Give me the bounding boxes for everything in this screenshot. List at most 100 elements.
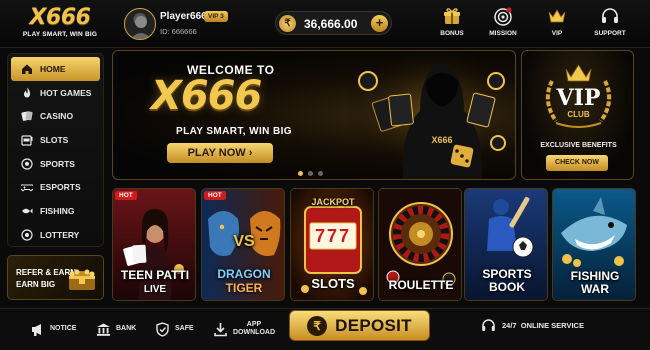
balance-value: 36,666.00 bbox=[304, 17, 358, 31]
jackpot-label: JACKPOT bbox=[311, 197, 355, 207]
sidebar-item-esports[interactable]: ESPORTS bbox=[11, 175, 100, 199]
footer-bank[interactable]: BANK bbox=[96, 319, 136, 339]
player-id: ID: 666666 bbox=[160, 27, 197, 36]
footer-app-download[interactable]: APP DOWNLOAD bbox=[213, 319, 275, 339]
hot-badge: HOT bbox=[204, 191, 226, 200]
sidebar-item-slots[interactable]: SLOTS bbox=[11, 128, 100, 152]
crown-icon bbox=[548, 9, 566, 23]
sidebar-item-label: FISHING bbox=[40, 205, 75, 216]
footer-notice[interactable]: NOTICE bbox=[30, 319, 76, 339]
top-header: X666 PLAY SMART, WIN BIG Player666 VIP 3… bbox=[0, 0, 650, 48]
headset-icon bbox=[602, 8, 618, 23]
rupee-coin-icon: ₹ bbox=[279, 15, 296, 32]
nav-vip[interactable]: VIP bbox=[532, 6, 582, 37]
slot-reels: 777 bbox=[314, 226, 352, 246]
game-subtitle: LIVE bbox=[143, 284, 167, 295]
carousel-dot[interactable] bbox=[308, 171, 313, 176]
download-icon bbox=[214, 322, 227, 336]
sidebar-item-fishing[interactable]: FISHING bbox=[11, 199, 100, 223]
game-subtitle: BOOK bbox=[489, 280, 525, 294]
carousel-dot[interactable] bbox=[298, 171, 303, 176]
sidebar-item-lottery[interactable]: LOTTERY bbox=[11, 223, 100, 247]
target-icon bbox=[494, 7, 512, 26]
game-title: DRAGON bbox=[217, 267, 271, 281]
sidebar-item-label: HOME bbox=[40, 63, 66, 74]
online-service-link[interactable]: 24/7 ONLINE SERVICE bbox=[481, 318, 584, 333]
sidebar-item-label: ESPORTS bbox=[40, 182, 81, 193]
site-logo[interactable]: X666 PLAY SMART, WIN BIG bbox=[18, 6, 102, 39]
shield-icon bbox=[156, 321, 169, 337]
game-subtitle: TIGER bbox=[225, 281, 263, 295]
game-tile-slots[interactable]: JACKPOT 777 SLOTS bbox=[290, 188, 374, 301]
game-title: FISHING bbox=[570, 269, 620, 283]
player-name: Player666 bbox=[160, 11, 207, 22]
sidebar: HOME HOT GAMES CASINO SLOTS SPORTS ESPOR… bbox=[7, 53, 104, 247]
treasure-chest-icon bbox=[69, 269, 95, 290]
rupee-coin-icon: ₹ bbox=[307, 315, 328, 336]
balance-display: ₹ 36,666.00 + bbox=[275, 11, 392, 35]
nav-bonus-label: BONUS bbox=[440, 30, 464, 37]
game-title: ROULETTE bbox=[388, 278, 454, 292]
headset-icon bbox=[482, 319, 495, 331]
footer-app-label: APP DOWNLOAD bbox=[233, 321, 275, 337]
footer-bank-label: BANK bbox=[116, 325, 137, 332]
game-title: TEEN PATTI bbox=[120, 268, 190, 282]
vip-level-badge: VIP 3 bbox=[204, 11, 228, 22]
nav-vip-label: VIP bbox=[551, 30, 563, 37]
nav-bonus[interactable]: BONUS bbox=[427, 6, 477, 37]
banner-tagline: PLAY SMART, WIN BIG bbox=[176, 126, 292, 137]
bank-icon bbox=[97, 323, 110, 336]
refer-subtitle: EARN BIG bbox=[16, 280, 56, 289]
nav-mission[interactable]: MISSION bbox=[478, 6, 528, 37]
footer-safe[interactable]: SAFE bbox=[155, 319, 194, 339]
vs-label: VS bbox=[233, 233, 255, 250]
vip-title: VIP bbox=[556, 85, 601, 111]
nav-support[interactable]: SUPPORT bbox=[585, 6, 635, 37]
deposit-button[interactable]: ₹ DEPOSIT bbox=[289, 310, 430, 341]
soccer-ball-icon bbox=[21, 157, 33, 170]
sidebar-item-label: SLOTS bbox=[40, 134, 69, 145]
sidebar-item-label: CASINO bbox=[40, 111, 74, 122]
game-tile-fishing-war[interactable]: FISHING WAR bbox=[552, 188, 636, 301]
fish-icon bbox=[22, 208, 33, 214]
vip-club-panel[interactable]: VIP CLUB EXCLUSIVE BENEFITS CHECK NOW bbox=[521, 50, 634, 180]
footer-app-line2: DOWNLOAD bbox=[233, 329, 275, 336]
sidebar-item-label: LOTTERY bbox=[40, 229, 80, 240]
hoodie-logo: X666 bbox=[431, 135, 452, 145]
game-tile-teen-patti[interactable]: HOT TEEN PATTI LIVE bbox=[112, 188, 196, 301]
footer-safe-label: SAFE bbox=[175, 325, 194, 332]
hot-badge: HOT bbox=[115, 191, 137, 200]
avatar[interactable] bbox=[124, 8, 156, 40]
gift-icon bbox=[444, 8, 460, 24]
game-tile-sports-book[interactable]: SPORTS BOOK bbox=[464, 188, 548, 301]
play-now-button[interactable]: PLAY NOW › bbox=[167, 143, 273, 163]
sidebar-item-casino[interactable]: CASINO bbox=[11, 104, 100, 128]
sidebar-item-home[interactable]: HOME bbox=[11, 57, 100, 81]
sidebar-item-label: HOT GAMES bbox=[40, 87, 92, 98]
logo-tagline: PLAY SMART, WIN BIG bbox=[22, 31, 98, 38]
carousel-dots bbox=[298, 171, 323, 176]
sidebar-item-label: SPORTS bbox=[40, 158, 75, 169]
vip-benefits-text: EXCLUSIVE BENEFITS bbox=[540, 142, 617, 149]
deposit-label: DEPOSIT bbox=[335, 315, 412, 335]
carousel-dot[interactable] bbox=[318, 171, 323, 176]
game-tile-dragon-tiger[interactable]: HOT VS DRAGON TIGER bbox=[201, 188, 285, 301]
game-tile-roulette[interactable]: ROULETTE bbox=[378, 188, 462, 301]
game-title: SPORTS bbox=[482, 267, 532, 281]
sidebar-item-sports[interactable]: SPORTS bbox=[11, 152, 100, 176]
hooded-figure-illustration: X666 bbox=[348, 51, 515, 179]
gamepad-icon bbox=[21, 184, 33, 192]
refer-earn-card[interactable]: REFER & EARN EARN BIG bbox=[7, 255, 104, 300]
sidebar-item-hot-games[interactable]: HOT GAMES bbox=[11, 81, 100, 105]
slot-machine-icon bbox=[21, 135, 33, 146]
check-now-button[interactable]: CHECK NOW bbox=[546, 155, 608, 171]
game-subtitle: WAR bbox=[581, 282, 609, 296]
flame-icon bbox=[24, 87, 31, 98]
hero-banner[interactable]: X666 WELCOME TO X666 PLAY SMART, WIN BIG… bbox=[112, 50, 516, 180]
home-icon bbox=[22, 64, 32, 74]
game-title: SLOTS bbox=[311, 276, 355, 291]
footer-app-line1: APP bbox=[246, 321, 262, 328]
banner-logo: X666 bbox=[151, 73, 262, 119]
megaphone-icon bbox=[32, 323, 41, 336]
add-funds-button[interactable]: + bbox=[371, 15, 388, 32]
